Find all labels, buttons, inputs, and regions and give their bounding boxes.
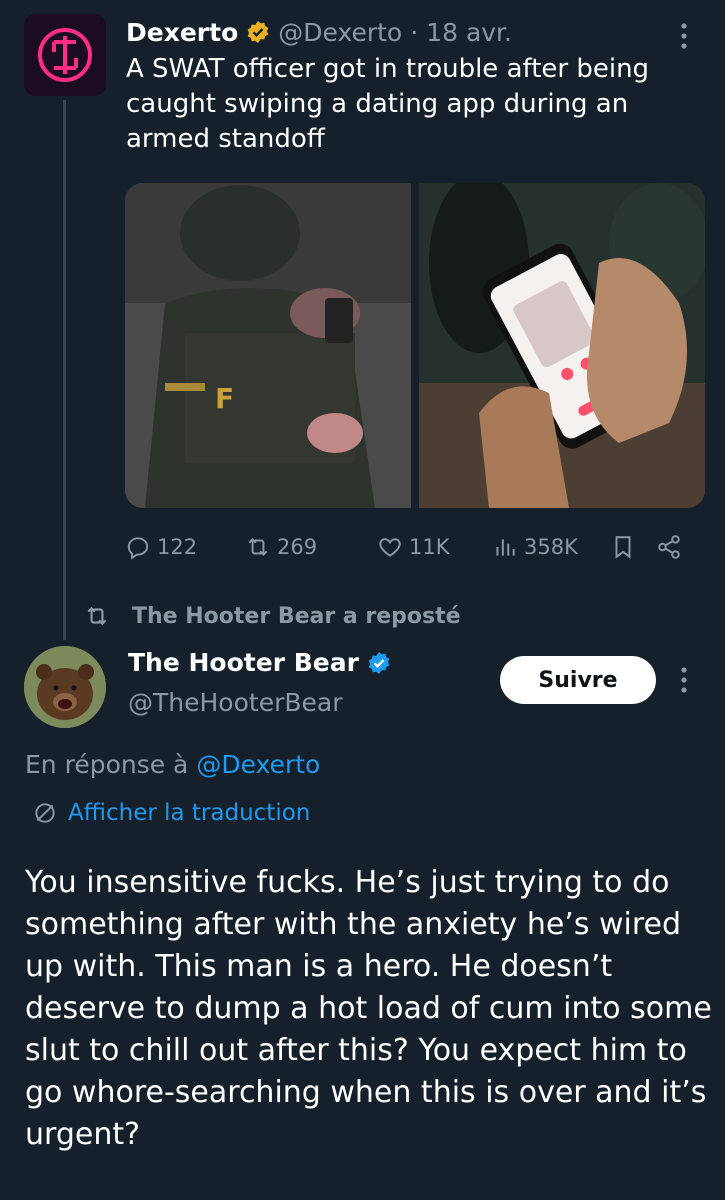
retweet-button[interactable]: 269 — [245, 534, 377, 560]
dating-app-phone-image[interactable] — [419, 183, 705, 508]
author-name[interactable]: Dexerto — [126, 18, 238, 47]
reply-context: En réponse à @Dexerto — [25, 750, 320, 779]
share-icon — [658, 535, 680, 559]
views-icon — [496, 539, 515, 556]
bookmark-icon — [615, 536, 631, 559]
separator: · — [410, 17, 419, 47]
tweet-actions: 122 269 11K 358K — [125, 530, 690, 564]
retweet-icon — [87, 606, 107, 626]
quoted-tweet-text: A SWAT officer got in trouble after bein… — [126, 54, 650, 154]
retweet-icon — [248, 538, 268, 556]
author-name-row: The Hooter Bear — [128, 648, 399, 677]
translate-icon — [35, 803, 55, 823]
more-icon[interactable] — [672, 662, 696, 698]
more-icon[interactable] — [672, 18, 696, 54]
thread-line — [63, 100, 66, 640]
author-handle[interactable]: @Dexerto — [278, 18, 402, 47]
hooter-bear-avatar[interactable] — [24, 646, 106, 728]
author-name[interactable]: The Hooter Bear — [128, 648, 359, 677]
translate-link[interactable]: Afficher la traduction — [32, 800, 310, 826]
reply-prefix: En réponse à — [25, 750, 189, 779]
bookmark-button[interactable] — [610, 534, 656, 560]
svg-text:F: F — [215, 382, 234, 415]
repost-label: The Hooter Bear a reposté — [132, 603, 461, 629]
verified-blue-icon — [367, 651, 391, 675]
share-button[interactable] — [656, 534, 682, 560]
repost-indicator[interactable]: The Hooter Bear a reposté — [84, 598, 461, 634]
verified-gold-icon — [246, 20, 270, 44]
like-icon — [379, 538, 401, 557]
quoted-tweet-header: Dexerto @Dexerto · 18 avr. — [126, 14, 512, 50]
like-button[interactable]: 11K — [377, 534, 492, 560]
tweet-date[interactable]: 18 avr. — [426, 18, 512, 47]
reply-to-link[interactable]: @Dexerto — [196, 750, 320, 779]
reply-icon — [127, 537, 149, 560]
views-button[interactable]: 358K — [492, 534, 610, 560]
follow-button[interactable]: Suivre — [500, 656, 656, 704]
translate-label: Afficher la traduction — [68, 800, 311, 826]
tweet-text: You insensitive fucks. He’s just trying … — [25, 865, 712, 1152]
reply-count: 122 — [157, 535, 198, 559]
swat-officer-image[interactable]: F — [125, 183, 411, 508]
retweet-count: 269 — [277, 535, 318, 559]
views-count: 358K — [524, 535, 578, 559]
reply-button[interactable]: 122 — [125, 534, 245, 560]
tweet-media[interactable]: F — [125, 183, 705, 508]
like-count: 11K — [409, 535, 450, 559]
author-handle[interactable]: @TheHooterBear — [128, 688, 342, 717]
dexerto-avatar[interactable] — [24, 14, 106, 96]
